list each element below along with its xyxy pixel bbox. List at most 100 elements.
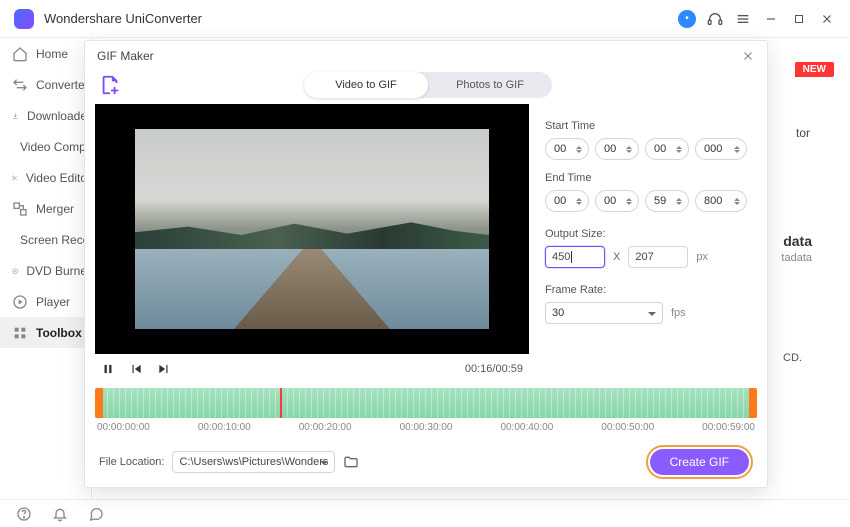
sidebar-item-label: Video Editor bbox=[26, 171, 91, 185]
help-icon[interactable] bbox=[16, 506, 32, 522]
trim-handle-end[interactable] bbox=[749, 388, 757, 418]
sidebar-item-label: Toolbox bbox=[36, 326, 82, 340]
modal-header: GIF Maker bbox=[85, 41, 767, 70]
grid-icon bbox=[12, 325, 28, 341]
avatar[interactable]: • bbox=[678, 10, 696, 28]
chat-icon[interactable] bbox=[88, 506, 104, 522]
sidebar-item-label: Screen Recorder bbox=[20, 233, 91, 247]
modal-title: GIF Maker bbox=[97, 49, 154, 63]
timeline: 00:00:00:00 00:00:10:00 00:00:20:00 00:0… bbox=[95, 388, 757, 433]
start-time-label: Start Time bbox=[545, 120, 757, 132]
ruler-tick: 00:00:59:00 bbox=[702, 422, 755, 433]
end-ss[interactable]: 59 bbox=[645, 190, 689, 212]
end-ms[interactable]: 800 bbox=[695, 190, 747, 212]
headset-icon[interactable] bbox=[706, 10, 724, 28]
file-location-select[interactable]: C:\Users\ws\Pictures\Wonders bbox=[172, 451, 335, 473]
fps-unit: fps bbox=[671, 307, 686, 319]
gif-maker-modal: GIF Maker Video to GIF Photos to GIF bbox=[84, 40, 768, 488]
output-size-label: Output Size: bbox=[545, 228, 757, 240]
bg-metadata-sub: tadata bbox=[781, 252, 812, 264]
sidebar-item-dvd[interactable]: DVD Burner bbox=[0, 255, 91, 286]
ruler-tick: 00:00:10:00 bbox=[198, 422, 251, 433]
bg-cd-line: CD. bbox=[783, 352, 802, 364]
window-close[interactable] bbox=[818, 10, 836, 28]
sidebar-item-label: Downloader bbox=[27, 109, 91, 123]
app-logo bbox=[14, 9, 34, 29]
ruler-tick: 00:00:50:00 bbox=[601, 422, 654, 433]
ruler-tick: 00:00:00:00 bbox=[97, 422, 150, 433]
tab-photos-to-gif[interactable]: Photos to GIF bbox=[428, 72, 552, 98]
mode-tabs: Video to GIF Photos to GIF bbox=[304, 72, 552, 98]
modal-footer: File Location: C:\Users\ws\Pictures\Wond… bbox=[95, 445, 757, 487]
window-maximize[interactable] bbox=[790, 10, 808, 28]
timeline-track[interactable] bbox=[95, 388, 757, 418]
sidebar-item-label: DVD Burner bbox=[26, 264, 91, 278]
ruler-tick: 00:00:40:00 bbox=[500, 422, 553, 433]
start-ms[interactable]: 000 bbox=[695, 138, 747, 160]
sidebar-item-label: Player bbox=[36, 295, 70, 309]
window-minimize[interactable] bbox=[762, 10, 780, 28]
file-location-label: File Location: bbox=[99, 456, 164, 468]
end-mm[interactable]: 00 bbox=[595, 190, 639, 212]
converter-icon bbox=[12, 77, 28, 93]
sidebar-item-merger[interactable]: Merger bbox=[0, 193, 91, 224]
bg-metadata-header: data bbox=[783, 233, 812, 249]
start-hh[interactable]: 00 bbox=[545, 138, 589, 160]
modal-close-button[interactable] bbox=[741, 49, 755, 63]
size-separator: X bbox=[613, 251, 620, 263]
time-display: 00:16/00:59 bbox=[465, 363, 523, 375]
next-button[interactable] bbox=[157, 362, 171, 376]
playback-controls: 00:16/00:59 bbox=[95, 354, 529, 384]
bell-icon[interactable] bbox=[52, 506, 68, 522]
video-thumbnail bbox=[135, 129, 489, 329]
output-width-input[interactable]: 450 bbox=[545, 246, 605, 268]
sidebar-item-recorder[interactable]: Screen Recorder bbox=[0, 224, 91, 255]
pause-button[interactable] bbox=[101, 362, 115, 376]
disc-icon bbox=[12, 263, 18, 279]
bottombar bbox=[0, 499, 850, 527]
sidebar-item-label: Merger bbox=[36, 202, 74, 216]
sidebar-item-label: Home bbox=[36, 47, 68, 61]
start-mm[interactable]: 00 bbox=[595, 138, 639, 160]
app-title: Wondershare UniConverter bbox=[44, 11, 668, 26]
sidebar-item-player[interactable]: Player bbox=[0, 286, 91, 317]
size-unit: px bbox=[696, 251, 708, 263]
sidebar-item-downloader[interactable]: Downloader bbox=[0, 100, 91, 131]
create-gif-highlight: Create GIF bbox=[646, 445, 753, 479]
sidebar-item-label: Video Compressor bbox=[20, 140, 91, 154]
start-ss[interactable]: 00 bbox=[645, 138, 689, 160]
sidebar-item-converter[interactable]: Converter bbox=[0, 69, 91, 100]
sidebar-item-home[interactable]: Home bbox=[0, 38, 91, 69]
timeline-ruler: 00:00:00:00 00:00:10:00 00:00:20:00 00:0… bbox=[95, 422, 757, 433]
output-height-input[interactable]: 207 bbox=[628, 246, 688, 268]
sidebar: Home Converter Downloader Video Compress… bbox=[0, 38, 92, 499]
new-badge: NEW bbox=[795, 62, 834, 77]
menu-icon[interactable] bbox=[734, 10, 752, 28]
prev-button[interactable] bbox=[129, 362, 143, 376]
sidebar-item-compressor[interactable]: Video Compressor bbox=[0, 131, 91, 162]
merge-icon bbox=[12, 201, 28, 217]
download-icon bbox=[12, 108, 19, 124]
scissors-icon bbox=[12, 170, 18, 186]
play-icon bbox=[12, 294, 28, 310]
bg-text-partial: tor bbox=[796, 126, 810, 140]
frame-rate-label: Frame Rate: bbox=[545, 284, 757, 296]
sidebar-item-editor[interactable]: Video Editor bbox=[0, 162, 91, 193]
home-icon bbox=[12, 46, 28, 62]
settings-panel: Start Time 00 00 00 000 End Time 00 00 5… bbox=[545, 104, 757, 384]
video-preview[interactable] bbox=[95, 104, 529, 354]
ruler-tick: 00:00:30:00 bbox=[400, 422, 453, 433]
tab-video-to-gif[interactable]: Video to GIF bbox=[304, 72, 428, 98]
open-folder-button[interactable] bbox=[343, 454, 359, 470]
titlebar: Wondershare UniConverter • bbox=[0, 0, 850, 38]
end-time-label: End Time bbox=[545, 172, 757, 184]
add-media-button[interactable] bbox=[99, 73, 121, 97]
sidebar-item-toolbox[interactable]: Toolbox bbox=[0, 317, 91, 348]
frame-rate-select[interactable]: 30 bbox=[545, 302, 663, 324]
end-hh[interactable]: 00 bbox=[545, 190, 589, 212]
ruler-tick: 00:00:20:00 bbox=[299, 422, 352, 433]
trim-handle-start[interactable] bbox=[95, 388, 103, 418]
sidebar-item-label: Converter bbox=[36, 78, 89, 92]
create-gif-button[interactable]: Create GIF bbox=[650, 449, 749, 475]
playhead[interactable] bbox=[280, 388, 282, 418]
